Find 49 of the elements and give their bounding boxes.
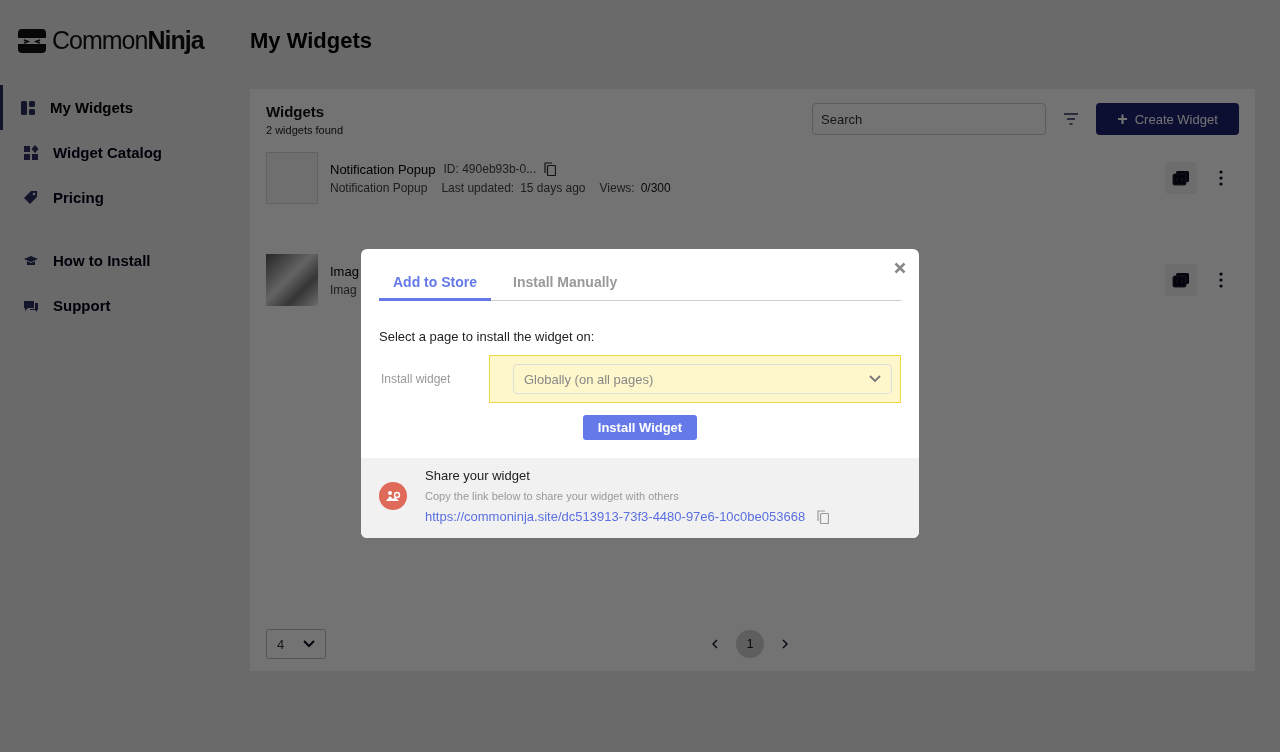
- updated-label: Last updated:: [441, 180, 515, 195]
- dashboard-icon: [20, 99, 36, 116]
- share-description: Copy the link below to share your widget with others: [425, 490, 680, 502]
- embed-code-button[interactable]: [1165, 264, 1197, 296]
- logo-text: CommonNinja: [52, 26, 204, 55]
- chevron-down-icon: [869, 375, 881, 383]
- chevron-down-icon: [303, 640, 315, 648]
- tag-icon: [23, 189, 39, 206]
- code-window-icon: [1172, 272, 1190, 288]
- ninja-logo-icon: [18, 28, 46, 53]
- views-label: Views:: [599, 180, 635, 195]
- copy-icon: [817, 509, 830, 524]
- embed-code-button[interactable]: [1165, 162, 1197, 194]
- widget-name[interactable]: Notification Popup: [330, 161, 436, 177]
- share-title: Share your widget: [425, 468, 531, 483]
- create-widget-button[interactable]: + Create Widget: [1096, 103, 1239, 135]
- code-window-icon: [1172, 170, 1190, 186]
- search-field[interactable]: Search: [812, 103, 1046, 135]
- panel-title: Widgets: [266, 103, 326, 120]
- grid-icon: [23, 144, 39, 161]
- widget-name[interactable]: Imag: [330, 263, 359, 279]
- page-title: My Widgets: [250, 28, 374, 55]
- nav-item[interactable]: Support: [0, 283, 248, 328]
- nav-item[interactable]: How to Install: [0, 238, 248, 283]
- share-link[interactable]: https://commoninja.site/dc513913-73f3-4480-97e6-10c0be053668: [425, 509, 806, 524]
- widget-type: Imag: [330, 282, 357, 297]
- widget-type: Notification Popup: [330, 180, 428, 195]
- page-select[interactable]: Globally (on all pages): [513, 364, 892, 394]
- chevron-right-icon[interactable]: [782, 639, 788, 649]
- install-widget-button[interactable]: Install Widget: [583, 415, 697, 440]
- instruction-text: Select a page to install the widget on:: [379, 329, 596, 344]
- page-size-select[interactable]: 4: [266, 629, 326, 659]
- filter-icon[interactable]: [1063, 113, 1079, 125]
- nav-item[interactable]: Widget Catalog: [0, 130, 248, 175]
- nav-item[interactable]: Pricing: [0, 175, 248, 220]
- views-value: 0/300: [640, 180, 671, 195]
- tab[interactable]: Add to Store: [379, 274, 491, 301]
- copy-icon: [544, 162, 557, 176]
- field-label: Install widget: [380, 372, 452, 386]
- vertical-dots-icon: [1219, 170, 1223, 186]
- tab[interactable]: Install Manually: [499, 274, 632, 301]
- page-number[interactable]: 1: [736, 630, 764, 658]
- close-icon[interactable]: [894, 262, 906, 274]
- updated-value: 15 days ago: [520, 180, 586, 195]
- widget-count: 2 widgets found: [266, 124, 345, 136]
- chevron-left-icon[interactable]: [712, 639, 718, 649]
- image-icon: [379, 482, 407, 510]
- widget-id: ID: 490eb93b-0...: [443, 162, 537, 176]
- vertical-dots-icon: [1219, 272, 1223, 288]
